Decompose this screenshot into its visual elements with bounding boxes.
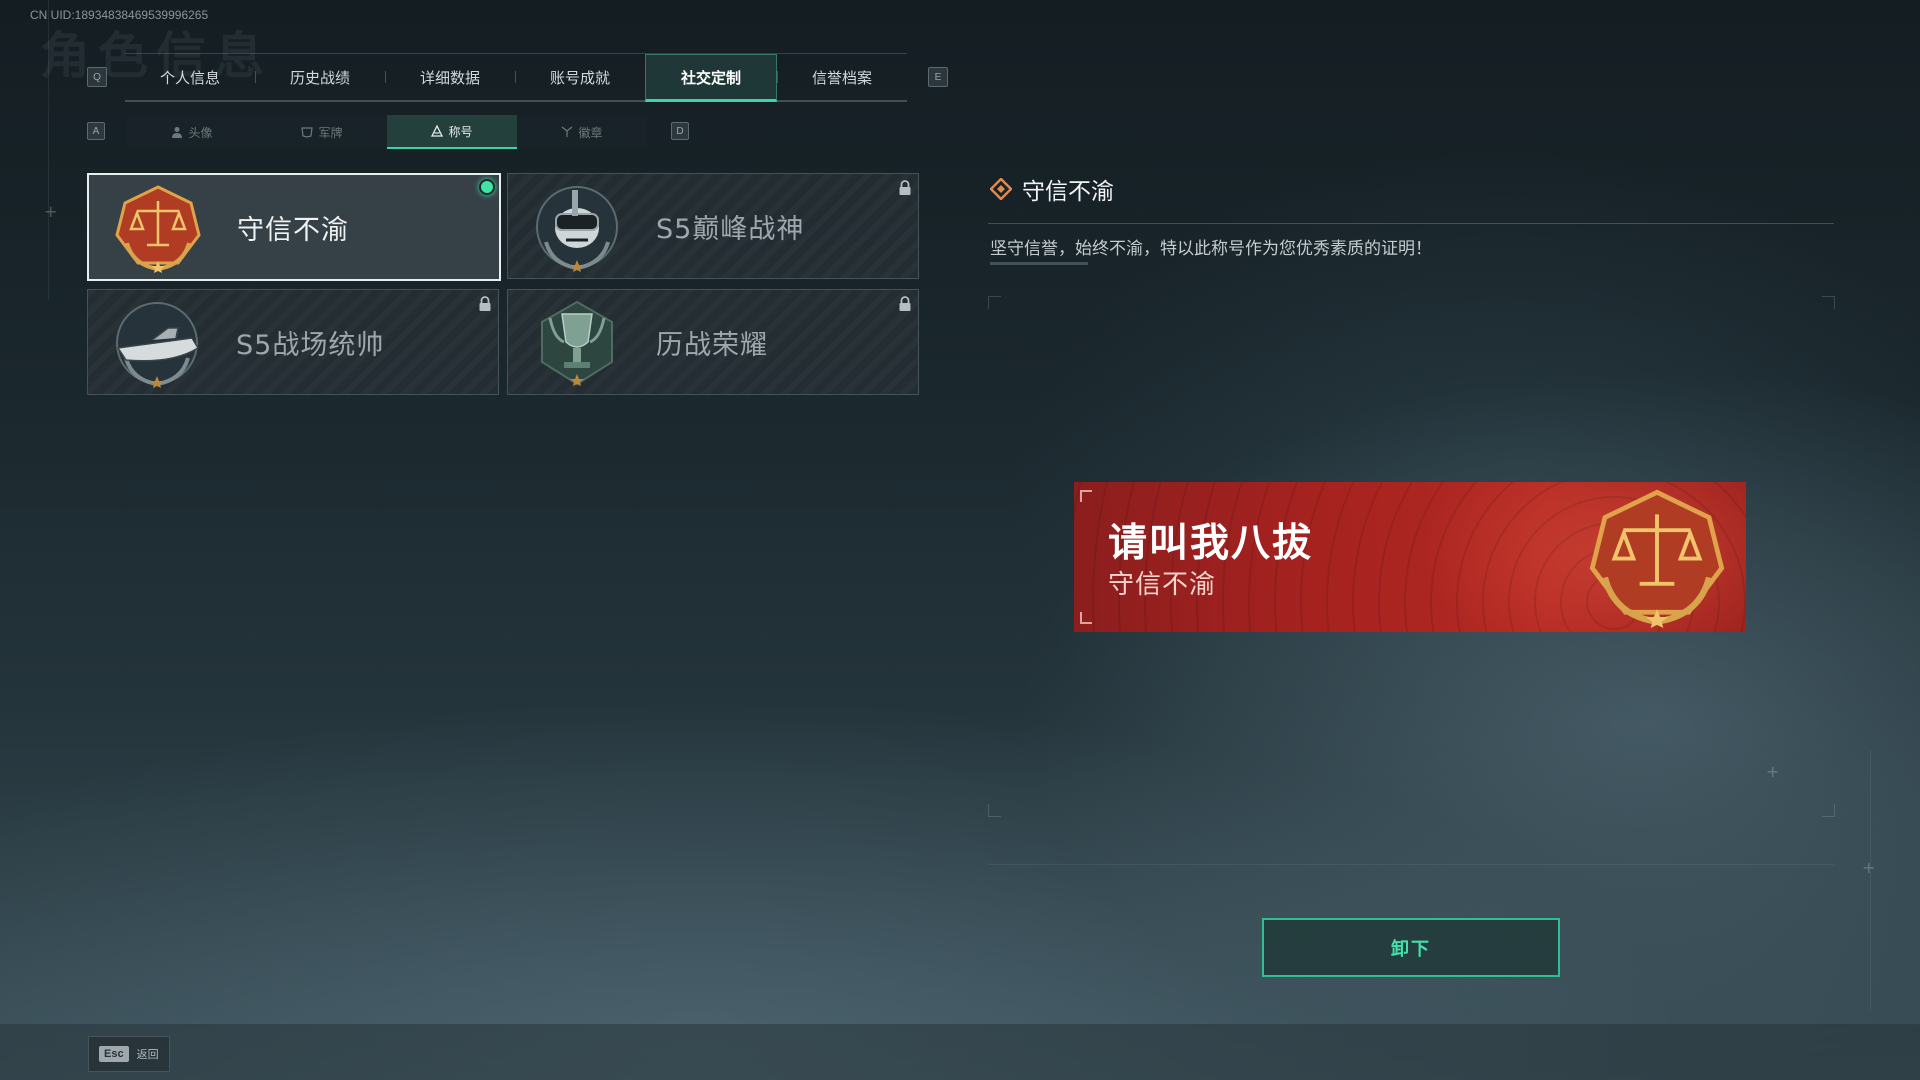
- subtab-dogtag[interactable]: 军牌: [257, 115, 387, 149]
- lock-icon: [899, 296, 911, 311]
- frame-corner: [988, 804, 1001, 817]
- subtab-label: 徽章: [578, 125, 603, 140]
- tab-personal-info[interactable]: 个人信息: [125, 54, 255, 100]
- sub-tab-bar: 头像 军牌 称号 徽章: [127, 115, 647, 149]
- prev-tab-key-hint[interactable]: Q: [87, 67, 107, 87]
- main-tab-bar: 个人信息 历史战绩 详细数据 账号成就 社交定制 信誉档案: [125, 53, 907, 102]
- subtab-label: 头像: [188, 125, 213, 140]
- next-tab-key-hint[interactable]: E: [928, 67, 948, 87]
- crosshair-icon: +: [44, 202, 58, 221]
- lock-icon: [899, 180, 911, 195]
- diamond-title-icon: [990, 178, 1012, 200]
- title-card[interactable]: 守信不渝: [87, 173, 501, 281]
- subtab-avatar[interactable]: 头像: [127, 115, 257, 149]
- title-icon: [431, 125, 444, 137]
- tab-achievements[interactable]: 账号成就: [515, 54, 645, 100]
- frame-corner: [988, 296, 1001, 309]
- crosshair-icon: +: [1766, 762, 1780, 781]
- subtab-badge[interactable]: 徽章: [517, 115, 647, 149]
- title-card-label: 守信不渝: [237, 214, 349, 246]
- unequip-button[interactable]: 卸下: [1262, 918, 1560, 977]
- right-bottom-line: [988, 864, 1834, 865]
- badge-icon: [562, 126, 573, 137]
- esc-key-hint: Esc: [99, 1046, 129, 1062]
- frame-corner: [1822, 296, 1835, 309]
- title-card[interactable]: 历战荣耀: [507, 289, 919, 395]
- scales-emblem-icon: [115, 185, 201, 273]
- banner-corner: [1080, 612, 1092, 624]
- title-card[interactable]: S5战场统帅: [87, 289, 499, 395]
- prev-subtab-key-hint[interactable]: A: [87, 122, 105, 140]
- title-card[interactable]: S5巅峰战神: [507, 173, 919, 279]
- title-card-label: 历战荣耀: [656, 329, 768, 361]
- title-card-label: S5战场统帅: [236, 329, 385, 361]
- banner-player-name: 请叫我八拔: [1108, 521, 1314, 566]
- back-button[interactable]: Esc 返回: [88, 1036, 170, 1072]
- title-banner-preview: 请叫我八拔 守信不渝: [1074, 482, 1746, 632]
- tab-match-history[interactable]: 历史战绩: [255, 54, 385, 100]
- tab-social-customization[interactable]: 社交定制: [645, 54, 777, 102]
- tab-detailed-data[interactable]: 详细数据: [385, 54, 515, 100]
- diver-skull-emblem-icon: [536, 186, 618, 272]
- dogtag-icon: [301, 127, 314, 138]
- bottom-bar: [0, 1024, 1920, 1080]
- detail-description: 坚守信誉，始终不渝，特以此称号作为您优秀素质的证明！: [990, 239, 1432, 259]
- tab-credit-record[interactable]: 信誉档案: [777, 54, 907, 100]
- detail-divider: [988, 223, 1834, 224]
- detail-title: 守信不渝: [1022, 179, 1114, 205]
- subtab-label: 军牌: [318, 125, 343, 140]
- subtab-title[interactable]: 称号: [387, 115, 517, 149]
- right-frame-line: [1870, 750, 1871, 1010]
- frame-corner: [1822, 804, 1835, 817]
- person-icon: [172, 127, 183, 138]
- subtab-label: 称号: [448, 124, 473, 139]
- detail-header: 守信不渝: [990, 172, 1114, 206]
- crosshair-icon: +: [1862, 858, 1876, 877]
- back-label: 返回: [136, 1048, 159, 1061]
- title-card-label: S5巅峰战神: [656, 213, 805, 245]
- next-subtab-key-hint[interactable]: D: [671, 122, 689, 140]
- scales-emblem-icon: [1589, 489, 1725, 628]
- banner-corner: [1080, 490, 1092, 502]
- lock-icon: [479, 296, 491, 311]
- description-underline: [990, 262, 1088, 265]
- equipped-indicator: [479, 179, 495, 195]
- trophy-emblem-icon: [541, 300, 613, 386]
- banner-title: 守信不渝: [1108, 570, 1217, 600]
- speedboat-emblem-icon: [116, 302, 200, 388]
